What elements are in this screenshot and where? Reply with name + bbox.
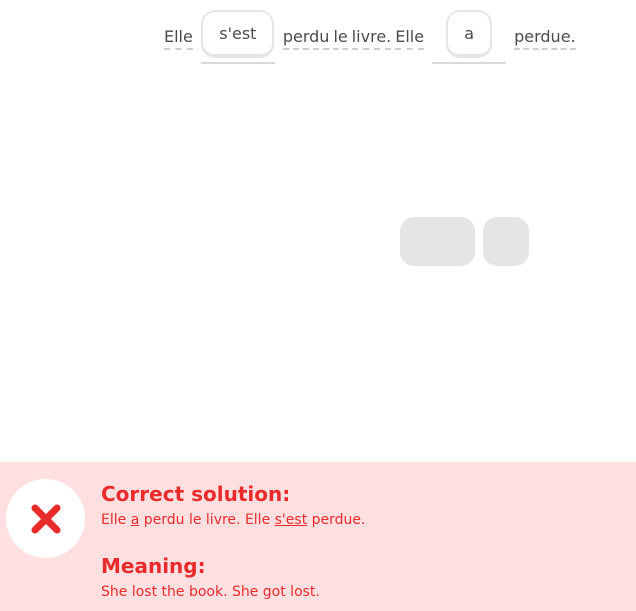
feedback-panel: Correct solution: Elle a perdu le livre.… xyxy=(0,462,636,611)
meaning-text: She lost the book. She got lost. xyxy=(101,584,320,600)
solution-highlight-a: a xyxy=(130,512,140,528)
incorrect-badge xyxy=(6,479,85,558)
correct-solution-text: Elle a perdu le livre. Elle s'est perdue… xyxy=(101,512,366,528)
word-perdue[interactable]: perdue. xyxy=(514,26,576,50)
meaning-title: Meaning: xyxy=(101,554,206,578)
word-bank xyxy=(400,217,529,266)
exercise-screen: Elle s'est perdu le livre. Elle a perdue… xyxy=(0,0,636,611)
word-elle[interactable]: Elle xyxy=(164,26,193,50)
answer-slot-2[interactable]: a xyxy=(432,8,507,64)
answer-slot-1[interactable]: s'est xyxy=(200,8,275,64)
word-le[interactable]: le xyxy=(333,26,348,50)
word-livre[interactable]: livre. xyxy=(351,26,392,50)
close-icon xyxy=(31,504,60,533)
empty-tile-placeholder xyxy=(400,217,475,266)
word-elle-2[interactable]: Elle xyxy=(395,26,425,50)
correct-solution-title: Correct solution: xyxy=(101,482,291,506)
solution-highlight-sest: s'est xyxy=(274,512,308,528)
word-tile-sest[interactable]: s'est xyxy=(201,10,275,58)
empty-tile-placeholder xyxy=(483,217,529,266)
word-perdu[interactable]: perdu xyxy=(282,26,330,50)
sentence-row: Elle s'est perdu le livre. Elle a perdue… xyxy=(164,8,576,64)
word-tile-a[interactable]: a xyxy=(446,10,493,58)
